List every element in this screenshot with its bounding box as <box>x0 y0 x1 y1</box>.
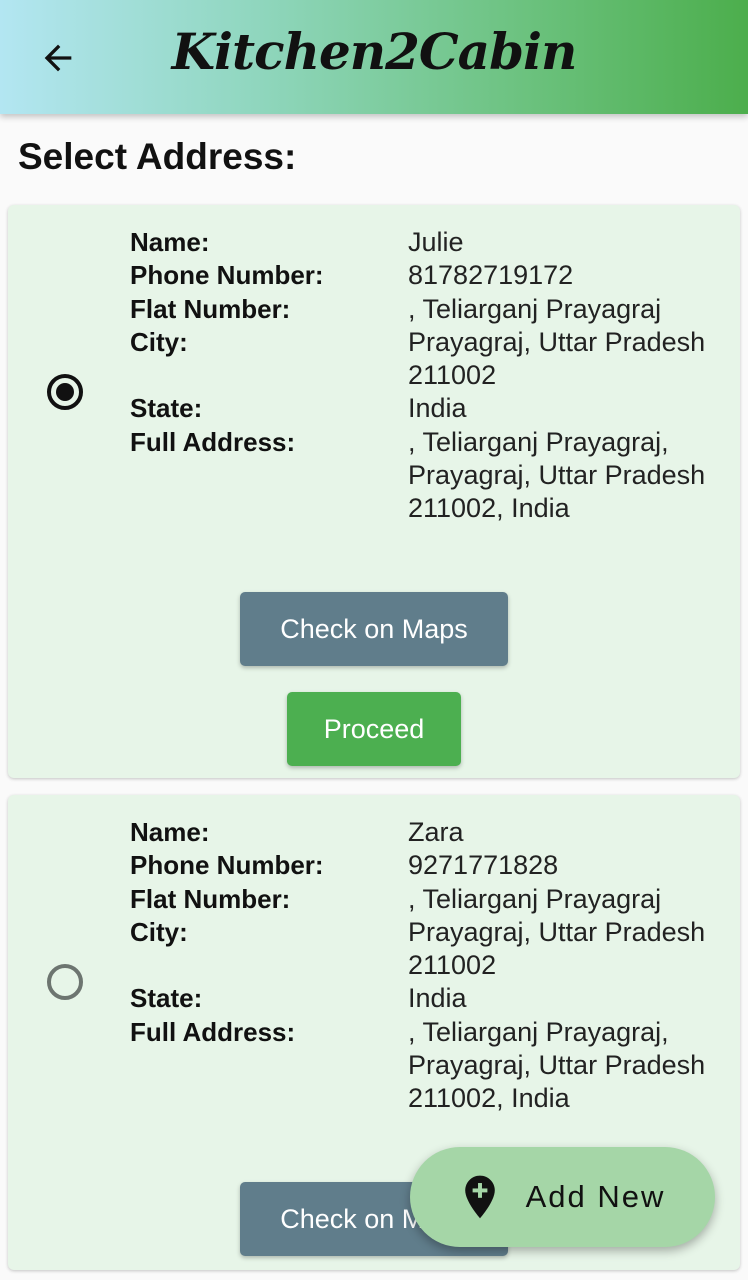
phone-value: 9271771828 <box>408 850 559 881</box>
field-values: Zara 9271771828 , Teliarganj Prayagraj P… <box>408 816 708 1116</box>
radio-selected-icon[interactable] <box>46 373 84 411</box>
name-value: Julie <box>408 227 464 257</box>
name-label: Name: <box>130 227 210 257</box>
full-address-label: Full Address: <box>130 426 296 457</box>
name-label: Name: <box>130 817 210 847</box>
full-address-value: , Teliarganj Prayagraj, Prayagraj, Uttar… <box>408 1016 706 1114</box>
add-location-icon <box>464 1175 495 1219</box>
city-value: Prayagraj, Uttar Pradesh 211002 <box>408 916 706 981</box>
add-new-address-fab[interactable]: Add New <box>410 1147 715 1247</box>
phone-label: Phone Number: <box>130 850 324 881</box>
add-new-label: Add New <box>525 1179 666 1214</box>
city-label: City: <box>130 916 188 947</box>
city-value: Prayagraj, Uttar Pradesh 211002 <box>408 326 706 391</box>
field-labels: Name: Phone Number: Flat Number: City: S… <box>130 816 324 1049</box>
full-address-label: Full Address: <box>130 1016 296 1047</box>
flat-value: , Teliarganj Prayagraj <box>408 293 662 324</box>
app-title: Kitchen2Cabin <box>171 22 578 81</box>
phone-value: 81782719172 <box>408 260 574 291</box>
flat-label: Flat Number: <box>130 293 291 324</box>
full-address-value: , Teliarganj Prayagraj, Prayagraj, Uttar… <box>408 426 706 524</box>
state-label: State: <box>130 983 203 1014</box>
field-labels: Name: Phone Number: Flat Number: City: S… <box>130 226 324 459</box>
flat-label: Flat Number: <box>130 883 291 914</box>
radio-unselected-icon[interactable] <box>46 963 84 1001</box>
address-card: Name: Phone Number: Flat Number: City: S… <box>8 205 740 778</box>
state-value: India <box>408 393 467 424</box>
app-bar: Kitchen2Cabin <box>0 0 748 114</box>
state-label: State: <box>130 393 203 424</box>
field-values: Julie 81782719172 , Teliarganj Prayagraj… <box>408 226 708 526</box>
city-label: City: <box>130 326 188 357</box>
page-title: Select Address: <box>18 136 297 177</box>
flat-value: , Teliarganj Prayagraj <box>408 883 662 914</box>
check-on-maps-button[interactable]: Check on Maps <box>240 592 508 666</box>
phone-label: Phone Number: <box>130 260 324 291</box>
proceed-button[interactable]: Proceed <box>287 692 461 766</box>
name-value: Zara <box>408 817 464 847</box>
state-value: India <box>408 983 467 1014</box>
